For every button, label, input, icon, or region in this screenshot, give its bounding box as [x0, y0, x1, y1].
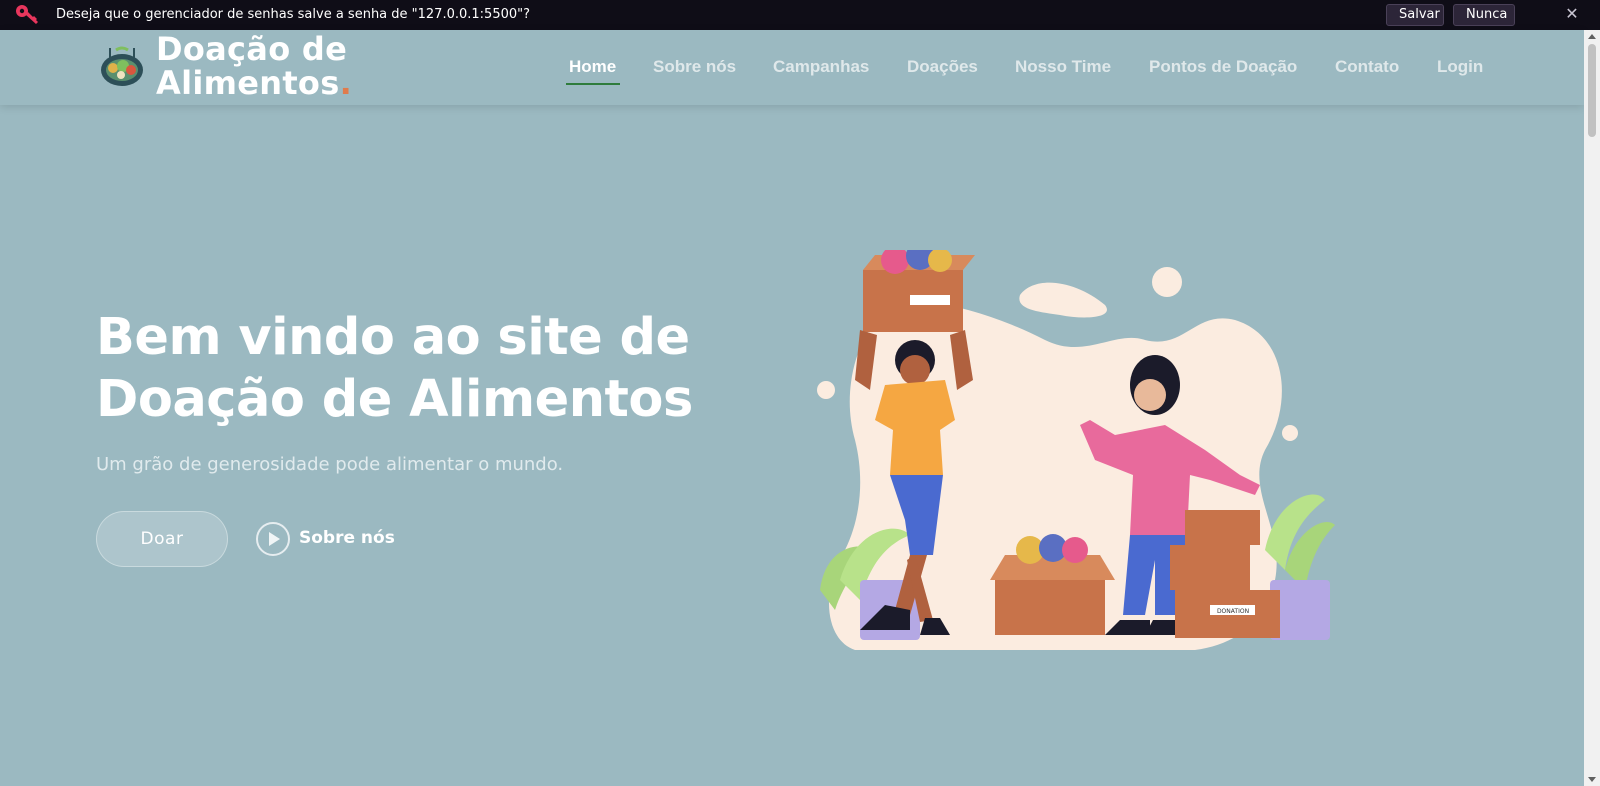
key-icon: [16, 5, 38, 24]
close-icon[interactable]: ✕: [1560, 3, 1584, 27]
nav-doacoes[interactable]: Doações: [907, 57, 978, 77]
nav-sobre-nos[interactable]: Sobre nós: [653, 57, 736, 77]
nav-home[interactable]: Home: [569, 57, 616, 77]
scroll-up-icon[interactable]: [1588, 34, 1596, 39]
password-save-bar: Deseja que o gerenciador de senhas salve…: [0, 0, 1600, 30]
save-password-button[interactable]: Salvar: [1386, 4, 1444, 26]
nav-contato[interactable]: Contato: [1335, 57, 1399, 77]
hero-title: Bem vindo ao site de Doação de Alimentos: [96, 307, 736, 431]
donate-button[interactable]: Doar: [96, 511, 228, 567]
nav-login[interactable]: Login: [1437, 57, 1483, 77]
donation-illustration: DONATION: [817, 250, 1335, 650]
brand-line-1: Doação de: [156, 30, 348, 68]
brand-dot: .: [339, 64, 353, 102]
page-scrollbar[interactable]: [1584, 30, 1600, 786]
nav-nosso-time[interactable]: Nosso Time: [1015, 57, 1111, 77]
illustration-donation-label: DONATION: [1217, 608, 1249, 615]
hero-title-line-2: Doação de Alimentos: [96, 370, 693, 429]
play-icon[interactable]: [256, 522, 290, 556]
about-link[interactable]: Sobre nós: [299, 528, 395, 548]
site-header: Doação de Alimentos. Home Sobre nós Camp…: [0, 30, 1584, 105]
nav-pontos-de-doacao[interactable]: Pontos de Doação: [1149, 57, 1297, 77]
brand-name[interactable]: Doação de Alimentos.: [156, 32, 352, 100]
hero-subtitle: Um grão de generosidade pode alimentar o…: [96, 454, 564, 475]
logo-icon[interactable]: [99, 46, 145, 88]
password-save-message: Deseja que o gerenciador de senhas salve…: [56, 7, 531, 22]
brand-line-2: Alimentos.: [156, 66, 352, 100]
scroll-down-icon[interactable]: [1588, 777, 1596, 782]
brand-line-2-text: Alimentos: [156, 64, 340, 102]
never-save-button[interactable]: Nunca: [1453, 4, 1515, 26]
scrollbar-thumb[interactable]: [1588, 44, 1596, 137]
nav-campanhas[interactable]: Campanhas: [773, 57, 869, 77]
nav-active-underline: [566, 83, 620, 85]
hero-title-line-1: Bem vindo ao site de: [96, 308, 690, 367]
